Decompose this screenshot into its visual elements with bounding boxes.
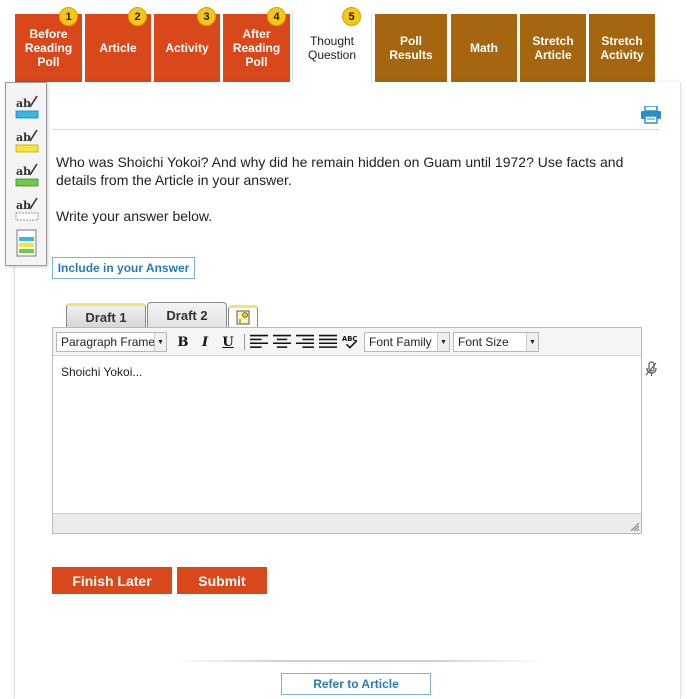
editor-status-bar — [53, 513, 641, 533]
highlighter-blue-icon[interactable]: ab — [14, 93, 40, 121]
svg-text:ab: ab — [16, 165, 31, 178]
font-size-select[interactable]: Font Size ▼ — [453, 332, 539, 352]
finish-later-button[interactable]: Finish Later — [52, 567, 172, 594]
step-badge: 5 — [342, 7, 361, 26]
paragraph-format-value: Paragraph Frames — [61, 335, 162, 349]
font-family-value: Font Family — [369, 335, 432, 349]
tab-activity[interactable]: Activity 3 — [154, 7, 220, 82]
highlighter-green-icon[interactable]: ab — [14, 161, 40, 189]
chevron-down-icon: ▼ — [437, 333, 449, 351]
divider — [52, 129, 659, 130]
tab-label: Thought Question — [307, 34, 357, 62]
paragraph-format-select[interactable]: Paragraph Frames ▼ — [56, 332, 167, 352]
include-in-answer-button[interactable]: Include in your Answer — [52, 257, 195, 279]
justify-icon[interactable] — [319, 333, 337, 351]
font-family-select[interactable]: Font Family ▼ — [364, 332, 450, 352]
svg-text:ab: ab — [16, 131, 31, 144]
tab-note[interactable] — [228, 305, 258, 328]
step-badge: 4 — [267, 7, 286, 26]
tab-article[interactable]: Article 2 — [85, 7, 151, 82]
bold-button[interactable]: B — [174, 333, 192, 351]
align-right-icon[interactable] — [296, 333, 314, 351]
tab-stretch-article[interactable]: Stretch Article — [520, 14, 586, 82]
submit-button[interactable]: Submit — [177, 567, 267, 594]
tab-label: Activity — [165, 41, 209, 55]
svg-text:ab: ab — [16, 199, 31, 212]
tab-label: Before Reading Poll — [24, 27, 73, 69]
tab-poll-results[interactable]: Poll Results — [375, 14, 447, 82]
tab-draft-1[interactable]: Draft 1 — [66, 303, 146, 328]
tab-before-reading-poll[interactable]: Before Reading Poll 1 — [15, 7, 82, 82]
font-size-value: Font Size — [458, 335, 509, 349]
italic-button[interactable]: I — [196, 333, 214, 351]
tab-thought-question[interactable]: Thought Question 5 — [292, 7, 372, 84]
chevron-down-icon: ▼ — [526, 333, 538, 351]
tab-label: Article — [99, 41, 137, 55]
highlighter-toolbar: ab ab ab ab — [5, 82, 47, 266]
tab-label: Stretch Activity — [600, 34, 644, 62]
align-left-icon[interactable] — [250, 333, 268, 351]
editor-toolbar: Paragraph Frames ▼ B I U ABC Font Family… — [53, 328, 641, 356]
tab-label: Math — [470, 41, 498, 55]
svg-text:ab: ab — [16, 97, 31, 110]
answer-editor: Paragraph Frames ▼ B I U ABC Font Family… — [52, 327, 642, 534]
question-text: Who was Shoichi Yokoi? And why did he re… — [56, 154, 624, 188]
microphone-icon[interactable] — [644, 361, 658, 377]
divider — [172, 660, 544, 662]
notes-icon[interactable] — [14, 229, 40, 257]
tab-draft-2[interactable]: Draft 2 — [147, 302, 227, 328]
resize-grip-icon[interactable] — [629, 521, 639, 531]
editor-text-area[interactable]: Shoichi Yokoi... — [53, 357, 641, 514]
tab-label: After Reading Poll — [232, 27, 281, 69]
eraser-highlight-icon[interactable]: ab — [14, 195, 40, 223]
tab-after-reading-poll[interactable]: After Reading Poll 4 — [223, 7, 290, 82]
tab-label: Poll Results — [389, 34, 433, 62]
step-badge: 2 — [128, 7, 147, 26]
highlighter-yellow-icon[interactable]: ab — [14, 127, 40, 155]
spellcheck-icon[interactable]: ABC — [342, 333, 360, 351]
instruction-text: Write your answer below. — [56, 208, 213, 224]
tab-label: Stretch Article — [532, 34, 574, 62]
align-center-icon[interactable] — [273, 333, 291, 351]
toolbar-separator — [244, 334, 245, 350]
step-badge: 3 — [197, 7, 216, 26]
chevron-down-icon: ▼ — [154, 333, 166, 351]
print-icon[interactable] — [640, 106, 662, 124]
tab-math[interactable]: Math — [451, 14, 517, 82]
underline-button[interactable]: U — [219, 333, 237, 351]
step-badge: 1 — [59, 7, 78, 26]
refer-to-article-button[interactable]: Refer to Article — [281, 673, 431, 695]
tab-stretch-activity[interactable]: Stretch Activity — [589, 14, 655, 82]
sticky-note-icon — [236, 310, 250, 325]
